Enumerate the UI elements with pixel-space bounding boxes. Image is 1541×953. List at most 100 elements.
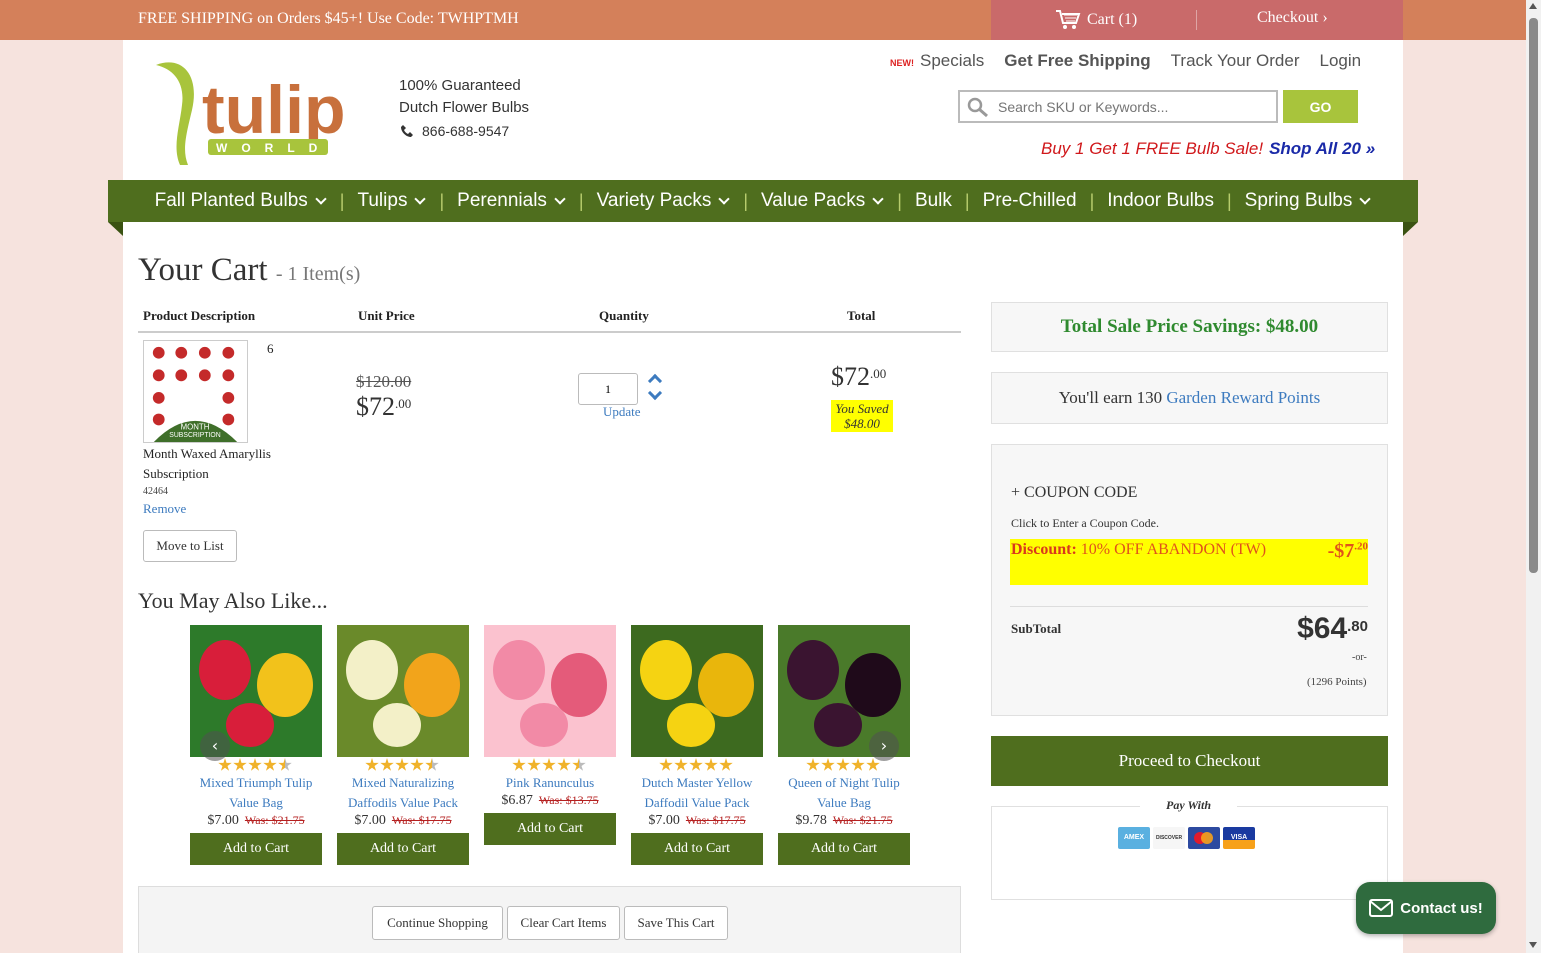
coupon-hint: Click to Enter a Coupon Code. xyxy=(1011,516,1159,530)
phone-icon xyxy=(401,125,413,137)
recommended-price: $7.00 Was: $21.75 xyxy=(190,813,322,829)
nav-item-label: Fall Planted Bulbs xyxy=(154,190,308,211)
add-to-cart-button[interactable]: Add to Cart xyxy=(631,833,763,865)
product-name[interactable]: Month Waxed Amaryllis Subscription xyxy=(143,444,293,484)
reward-link[interactable]: Garden Reward Points xyxy=(1166,388,1320,407)
recommended-product-name[interactable]: Pink Ranunculus xyxy=(480,773,620,793)
nav-item-variety-packs[interactable]: Variety Packs xyxy=(597,190,731,212)
star-icon xyxy=(542,758,556,771)
new-badge: NEW! xyxy=(890,58,914,68)
was-price: Was: $13.75 xyxy=(538,793,599,807)
quantity-input[interactable] xyxy=(578,373,638,405)
star-icon xyxy=(719,758,733,771)
savings-summary: Total Sale Price Savings: $48.00 xyxy=(991,302,1388,352)
checkout-link[interactable]: Checkout › xyxy=(1257,9,1328,27)
amex-icon: AMEX xyxy=(1118,827,1150,849)
clear-cart-button[interactable]: Clear Cart Items xyxy=(507,906,620,940)
star-icon xyxy=(380,758,394,771)
carousel-prev-icon[interactable]: ‹ xyxy=(200,731,230,761)
nav-separator: | xyxy=(578,190,584,211)
nav-item-tulips[interactable]: Tulips xyxy=(357,190,427,212)
nav-item-bulk[interactable]: Bulk xyxy=(915,190,952,212)
product-thumbnail[interactable] xyxy=(631,625,763,757)
discount-label: Discount: 10% OFF ABANDON (TW) xyxy=(1011,541,1266,559)
recommended-product: Dutch Master Yellow Daffodil Value Pack $… xyxy=(631,625,763,865)
star-icon xyxy=(527,758,541,771)
or-text: -or- xyxy=(1352,652,1367,663)
search-input[interactable] xyxy=(998,98,1268,115)
add-to-cart-button[interactable]: Add to Cart xyxy=(778,833,910,865)
nav-item-value-packs[interactable]: Value Packs xyxy=(761,190,884,212)
add-to-cart-button[interactable]: Add to Cart xyxy=(484,813,616,845)
scrollbar-thumb[interactable] xyxy=(1529,18,1538,573)
bogo-banner: Buy 1 Get 1 FREE Bulb Sale! Shop All 20 » xyxy=(1041,139,1375,159)
pay-with-box xyxy=(991,806,1388,900)
promo-bar: FREE SHIPPING on Orders $45+! Use Code: … xyxy=(0,0,1526,40)
specials-link[interactable]: NEW! Specials xyxy=(890,51,984,71)
recommended-price: $9.78 Was: $21.75 xyxy=(778,813,910,829)
free-shipping-link[interactable]: Get Free Shipping xyxy=(1004,51,1150,71)
chevron-down-icon xyxy=(718,193,731,205)
guarantee-line-2: Dutch Flower Bulbs xyxy=(399,99,530,116)
login-link[interactable]: Login xyxy=(1319,51,1361,71)
subtotal-value: $64.80 xyxy=(1297,612,1368,646)
add-to-cart-button[interactable]: Add to Cart xyxy=(190,833,322,865)
tulip-world-logo[interactable]: tulip WORLD xyxy=(152,55,352,167)
pay-with-label: Pay With xyxy=(1140,798,1238,813)
subtotal-cents: .80 xyxy=(1347,618,1368,635)
col-quantity: Quantity xyxy=(599,308,649,323)
nav-item-spring-bulbs[interactable]: Spring Bulbs xyxy=(1245,190,1372,212)
nav-item-fall-planted-bulbs[interactable]: Fall Planted Bulbs xyxy=(155,190,327,212)
recommended-product-name[interactable]: Dutch Master Yellow Daffodil Value Pack xyxy=(627,773,767,813)
mastercard-icon xyxy=(1188,827,1220,849)
nav-separator: | xyxy=(964,190,970,211)
sale-price: $7.00 xyxy=(648,813,680,828)
move-to-list-button[interactable]: Move to List xyxy=(143,530,237,562)
carousel-next-icon[interactable]: › xyxy=(869,731,899,761)
product-thumbnail[interactable] xyxy=(337,625,469,757)
shopping-cart-icon xyxy=(1056,10,1081,29)
search-go-button[interactable]: GO xyxy=(1283,90,1358,123)
recommended-product-name[interactable]: Queen of Night Tulip Value Bag xyxy=(774,773,914,813)
continue-shopping-button[interactable]: Continue Shopping xyxy=(372,906,503,940)
recommended-product-name[interactable]: Mixed Naturalizing Daffodils Value Pack xyxy=(333,773,473,813)
save-cart-button[interactable]: Save This Cart xyxy=(624,906,728,940)
unit-price-cents: .00 xyxy=(395,396,412,411)
nav-item-perennials[interactable]: Perennials xyxy=(457,190,566,212)
nav-item-pre-chilled[interactable]: Pre-Chilled xyxy=(983,190,1077,212)
nav-separator: | xyxy=(439,190,445,211)
was-price: Was: $21.75 xyxy=(244,813,305,827)
remove-link[interactable]: Remove xyxy=(143,501,186,517)
rating-stars xyxy=(806,758,880,772)
nav-separator: | xyxy=(743,190,749,211)
star-icon xyxy=(410,758,424,771)
add-to-cart-button[interactable]: Add to Cart xyxy=(337,833,469,865)
update-link[interactable]: Update xyxy=(603,404,641,420)
star-icon xyxy=(851,758,865,771)
recommended-price: $7.00 Was: $17.75 xyxy=(631,813,763,829)
star-icon xyxy=(425,758,439,771)
proceed-checkout-button[interactable]: Proceed to Checkout xyxy=(991,736,1388,786)
phone[interactable]: 866-688-9547 xyxy=(400,123,509,139)
discount-row: Discount: 10% OFF ABANDON (TW) -$7.20 xyxy=(1010,539,1368,585)
shop-all-link[interactable]: Shop All 20 » xyxy=(1269,139,1375,158)
subtotal-main: $64 xyxy=(1297,612,1348,645)
sale-price: $6.87 xyxy=(501,793,533,808)
contact-us-button[interactable]: Contact us! xyxy=(1356,882,1496,934)
recommended-price: $6.87 Was: $13.75 xyxy=(484,793,616,809)
cart-link[interactable]: Cart (1) xyxy=(1055,9,1137,31)
star-icon xyxy=(674,758,688,771)
product-image[interactable]: 6 MONTH SUBSCRIPTION xyxy=(143,340,248,443)
scroll-down-icon[interactable] xyxy=(1529,942,1537,948)
coupon-toggle[interactable]: + COUPON CODE xyxy=(1011,484,1137,502)
recommended-product-name[interactable]: Mixed Triumph Tulip Value Bag xyxy=(186,773,326,813)
nav-item-indoor-bulbs[interactable]: Indoor Bulbs xyxy=(1107,190,1214,212)
line-total: $72.00 xyxy=(831,362,886,392)
track-order-link[interactable]: Track Your Order xyxy=(1171,51,1300,71)
scrollbar[interactable] xyxy=(1526,0,1541,953)
header-links: NEW! Specials Get Free Shipping Track You… xyxy=(890,51,1361,71)
search-box xyxy=(958,90,1278,123)
points-text: (1296 Points) xyxy=(1307,676,1367,688)
scroll-up-icon[interactable] xyxy=(1529,3,1537,9)
product-thumbnail[interactable] xyxy=(484,625,616,757)
